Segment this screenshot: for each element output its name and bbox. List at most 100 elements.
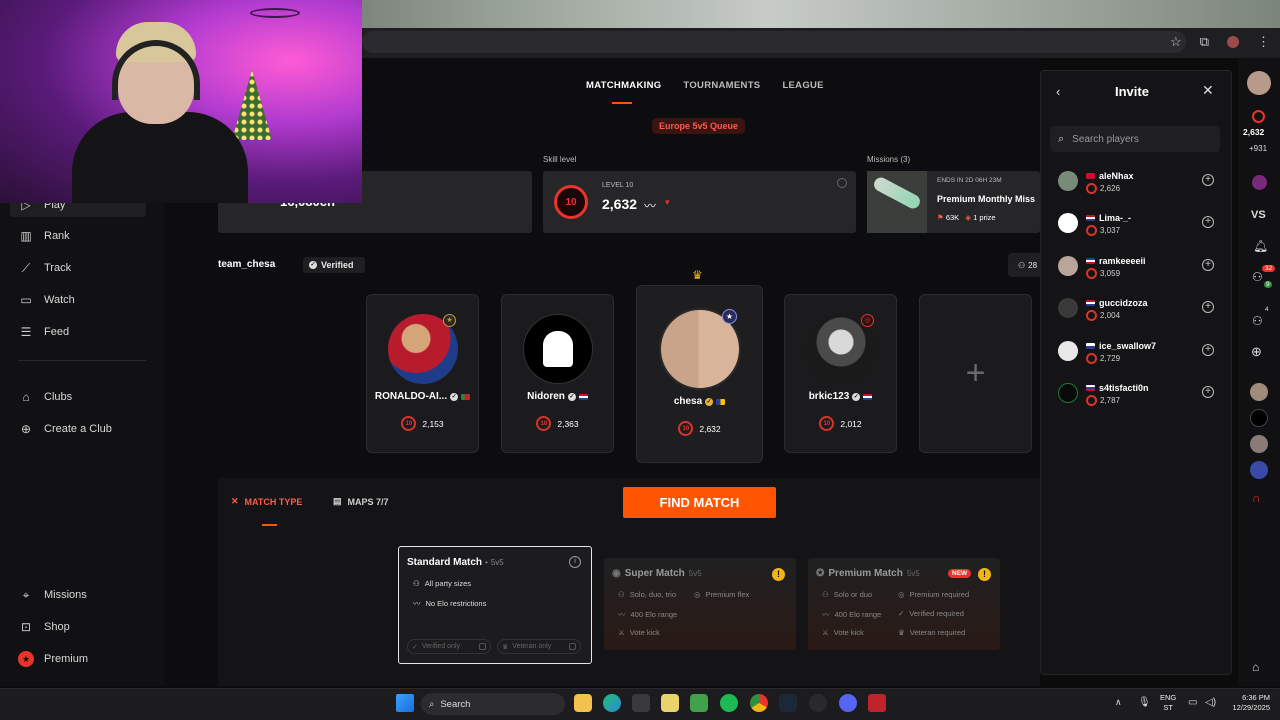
avatar[interactable] xyxy=(1250,461,1268,479)
avatar xyxy=(1058,341,1078,361)
maps-tab[interactable]: ▤ MAPS 7/7 xyxy=(333,496,389,507)
nav-create-club[interactable]: ⊕ Create a Club xyxy=(18,418,112,440)
taskbar-search[interactable]: ⌕ Search xyxy=(421,693,565,715)
file-explorer-icon[interactable] xyxy=(574,694,592,712)
add-circle-icon[interactable]: ⊕ xyxy=(1251,344,1262,360)
verified-only-toggle[interactable]: ✓ Verified only xyxy=(407,639,491,654)
nav-feed[interactable]: ☰ Feed xyxy=(18,321,69,343)
nav-premium[interactable]: ★ Premium xyxy=(18,648,88,670)
avatar xyxy=(523,314,593,384)
nav-clubs[interactable]: ⌂ Clubs xyxy=(18,386,72,408)
flag-icon xyxy=(1086,300,1095,306)
list-item[interactable]: Lima-_- 3,037 + xyxy=(1058,211,1218,237)
super-match-card[interactable]: ◉ Super Match 5v5 ! ⚇ Solo, duo, trio 〰 400 … xyxy=(604,558,796,650)
veteran-only-toggle[interactable]: ♛ Veteran only xyxy=(497,639,581,654)
profile-icon[interactable] xyxy=(1227,36,1239,48)
app-icon[interactable] xyxy=(809,694,827,712)
tab-matchmaking[interactable]: MATCHMAKING xyxy=(586,80,661,91)
puzzle-icon[interactable]: ⧉ xyxy=(1200,34,1209,50)
add-icon[interactable]: + xyxy=(1202,216,1214,228)
info-icon[interactable] xyxy=(837,178,847,188)
list-item[interactable]: s4tisfacti0n 2,787 + xyxy=(1058,381,1218,407)
mic-icon[interactable]: 🎙︎ xyxy=(1138,697,1151,708)
list-item[interactable]: ramkeeeeii 3,059 + xyxy=(1058,254,1218,280)
chrome-icon[interactable] xyxy=(750,694,768,712)
add-player-slot[interactable]: + xyxy=(919,294,1032,453)
active-tab-indicator xyxy=(262,524,277,526)
edge-icon[interactable] xyxy=(603,694,621,712)
avatar[interactable] xyxy=(1247,71,1271,95)
avatar[interactable] xyxy=(1250,383,1268,401)
player-card[interactable]: Nidoren ✓ 10 2,363 xyxy=(501,294,614,453)
list-item[interactable]: guccidzoza 2,004 + xyxy=(1058,296,1218,322)
nav-track[interactable]: ⟋ Track xyxy=(18,257,71,279)
player-card[interactable]: ◎ brkic123 ✓ 10 2,012 xyxy=(784,294,897,453)
minecraft-icon[interactable] xyxy=(690,694,708,712)
avatar[interactable] xyxy=(1250,409,1268,427)
add-icon[interactable]: + xyxy=(1202,259,1214,271)
flag-icon xyxy=(578,393,588,400)
add-icon[interactable]: + xyxy=(1202,344,1214,356)
standard-match-card[interactable]: Standard Match • 5v5 i ⚇ All party sizes 〰 N… xyxy=(398,546,592,664)
nav-rank[interactable]: ▥ Rank xyxy=(18,225,69,247)
tab-tournaments[interactable]: TOURNAMENTS xyxy=(683,80,760,91)
add-icon[interactable]: + xyxy=(1202,301,1214,313)
add-icon[interactable]: + xyxy=(1202,386,1214,398)
find-match-button[interactable]: FIND MATCH xyxy=(623,487,776,518)
avatar[interactable] xyxy=(1250,435,1268,453)
player-card[interactable]: ★ RONALDO-AI... ✓ 10 2,153 xyxy=(366,294,479,453)
volume-icon[interactable]: ◁) xyxy=(1205,697,1216,708)
search-input[interactable]: ⌕ Search players xyxy=(1050,126,1220,152)
premium-badge-icon: ★ xyxy=(443,314,456,327)
add-icon[interactable]: + xyxy=(1202,174,1214,186)
chevron-down-icon[interactable]: ▾ xyxy=(665,197,670,208)
star-icon[interactable]: ☆ xyxy=(1170,34,1182,50)
discord-icon[interactable] xyxy=(839,694,857,712)
chat-icon[interactable]: ⌂ xyxy=(1252,660,1259,674)
clock[interactable]: 6:36 PM 12/29/2025 xyxy=(1226,693,1270,713)
nav-watch[interactable]: ▭ Watch xyxy=(18,289,74,311)
headset-icon[interactable]: ∩ xyxy=(1252,491,1261,505)
vs-label[interactable]: VS xyxy=(1251,209,1266,221)
player-card-self[interactable]: ★ chesa ✓ 10 2,632 xyxy=(636,285,763,463)
fire-badge-icon: ◎ xyxy=(861,314,874,327)
info-icon[interactable]: i xyxy=(569,556,581,568)
nav-missions[interactable]: ⌖ Missions xyxy=(18,584,87,606)
player-name: brkic123 xyxy=(808,391,850,402)
team-count: 4 xyxy=(1265,306,1269,313)
queue-badge[interactable]: Europe 5v5 Queue xyxy=(652,118,746,134)
party-icon[interactable] xyxy=(1252,175,1267,190)
team-icon[interactable]: ⚇ xyxy=(1252,314,1263,328)
mode-format: 5v5 xyxy=(688,569,702,578)
flag-icon xyxy=(461,393,471,400)
tray-chevron-icon[interactable]: ∧ xyxy=(1115,697,1122,708)
nav-shop[interactable]: ⊡ Shop xyxy=(18,616,70,638)
match-type-tab[interactable]: ✕ MATCH TYPE xyxy=(231,496,302,507)
bell-icon[interactable]: 🔔︎ xyxy=(1253,239,1268,253)
skill-card xyxy=(543,171,856,233)
list-item[interactable]: ice_swallow7 2,729 + xyxy=(1058,339,1218,365)
kebab-icon[interactable]: ⋮ xyxy=(1257,34,1270,50)
language-indicator[interactable]: ENG ST xyxy=(1160,693,1176,713)
windows-start-icon[interactable] xyxy=(396,694,414,712)
premium-match-card[interactable]: ✪ Premium Match 5v5 NEW ! ⚇ Solo or duo 〰 40… xyxy=(808,558,1000,650)
hoodie-icon xyxy=(543,331,573,367)
shield-icon[interactable] xyxy=(868,694,886,712)
level-badge xyxy=(1086,353,1097,364)
store-icon[interactable] xyxy=(632,694,650,712)
back-icon[interactable]: ‹ xyxy=(1056,84,1060,99)
list-item[interactable]: aleNhax 2,626 + xyxy=(1058,169,1218,195)
steam-icon[interactable] xyxy=(779,694,797,712)
app-icon[interactable] xyxy=(661,694,679,712)
network-icon[interactable]: ▭ xyxy=(1188,697,1197,708)
friends-icon[interactable]: ⚇ xyxy=(1252,270,1263,284)
tab-league[interactable]: LEAGUE xyxy=(782,80,823,91)
party-members[interactable]: ⚇ 28 xyxy=(1008,253,1040,277)
player-elo: 2,363 xyxy=(557,418,579,429)
mode-feature: 400 Elo range xyxy=(834,610,882,619)
address-bar[interactable] xyxy=(362,31,1186,53)
close-icon[interactable]: ✕ xyxy=(1202,82,1214,99)
level-badge: 10 xyxy=(554,185,588,219)
spotify-icon[interactable] xyxy=(720,694,738,712)
mode-feature: Premium required xyxy=(909,590,970,599)
